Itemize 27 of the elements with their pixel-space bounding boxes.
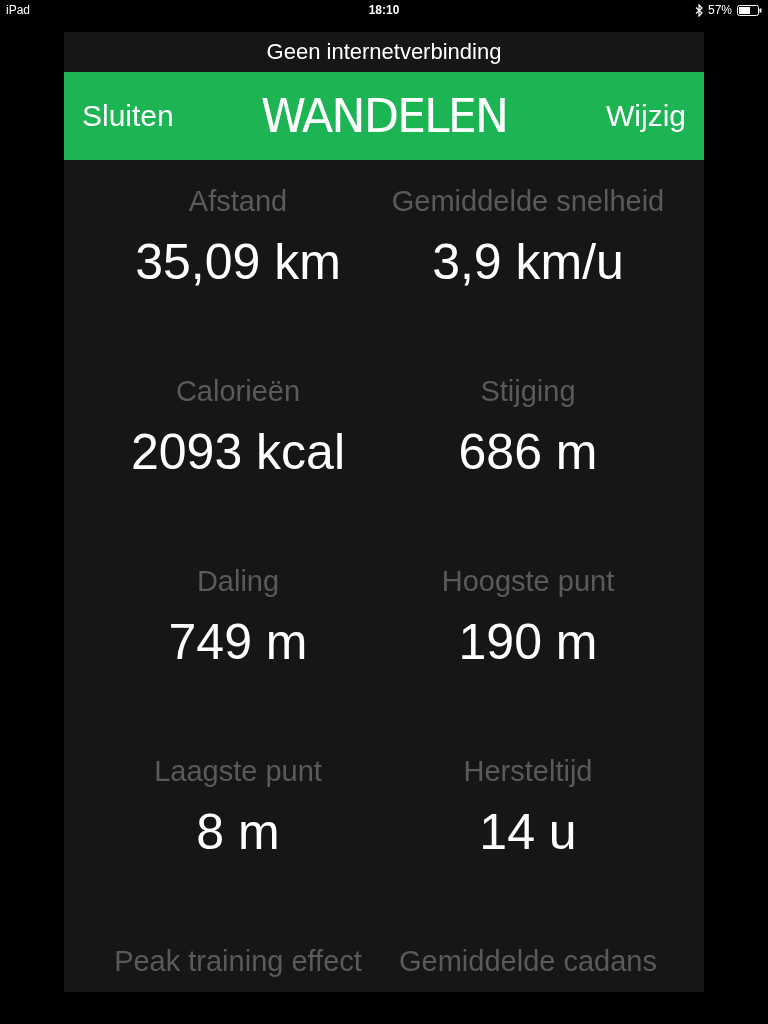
stat-label: Daling [196, 564, 280, 599]
battery-percent: 57% [707, 3, 732, 17]
stat-label: Hersteltijd [463, 754, 593, 789]
stat-value: 2093 kcal [130, 423, 345, 482]
activity-title: WANDELEN [260, 89, 508, 143]
stat-value: 3,9 km/u [432, 233, 624, 292]
stat-value: 190 m [458, 613, 598, 672]
stat-value: 14 u [479, 803, 577, 862]
stat-value: 35,09 km [135, 233, 341, 292]
stat-label: Peak training effect [114, 944, 362, 979]
offline-message: Geen internetverbinding [266, 39, 502, 65]
stat-value: 686 m [458, 423, 598, 482]
stat-label: Hoogste punt [441, 564, 615, 599]
device-name: iPad [6, 3, 31, 17]
stat-label: Afstand [188, 184, 288, 219]
stat-label: Gemiddelde cadans [399, 944, 657, 979]
battery-icon [737, 4, 762, 16]
stat-label: Gemiddelde snelheid [391, 184, 665, 219]
stat-label: Calorieën [175, 374, 301, 409]
stat-label: Laagste punt [154, 754, 322, 789]
edit-button[interactable]: Wijzig [604, 99, 688, 133]
clock: 18:10 [368, 3, 400, 17]
stat-value: 8 m [196, 803, 280, 862]
stat-label: Stijging [480, 374, 576, 409]
stat-value: 749 m [168, 613, 308, 672]
close-button[interactable]: Sluiten [80, 99, 176, 133]
bluetooth-icon [694, 3, 703, 17]
